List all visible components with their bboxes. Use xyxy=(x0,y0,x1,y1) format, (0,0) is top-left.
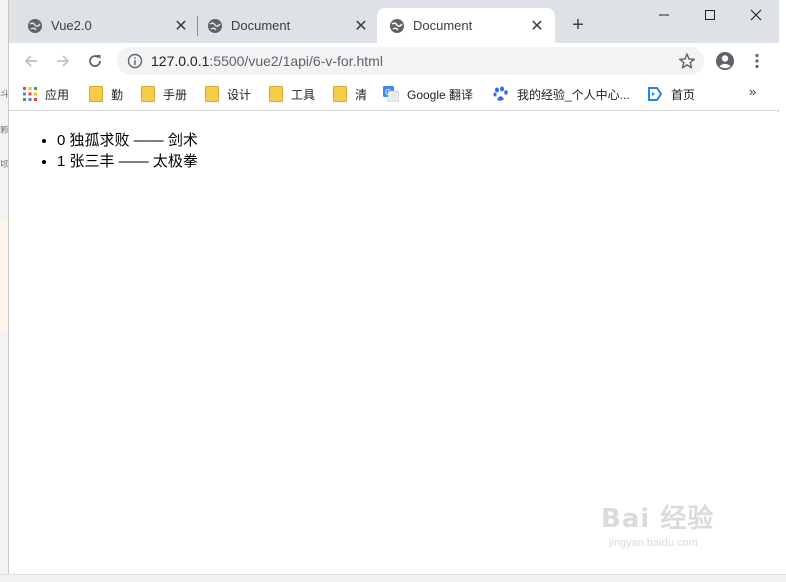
apps-grid-icon xyxy=(23,87,37,101)
google-translate-icon: G xyxy=(383,86,399,102)
url-host: 127.0.0.1 xyxy=(151,53,210,69)
bookmark-label: 设计 xyxy=(227,87,252,102)
tab-close-icon[interactable]: ✕ xyxy=(173,18,189,35)
maximize-button[interactable] xyxy=(687,0,733,30)
url-text[interactable]: 127.0.0.1:5500/vue2/1api/6-v-for.html xyxy=(151,53,678,69)
bookmark-folder-manual[interactable]: 手册 xyxy=(141,84,187,104)
bookmark-folder-tools[interactable]: 工具 xyxy=(269,84,315,104)
close-window-button[interactable] xyxy=(733,0,779,30)
bookmark-label: 勤 xyxy=(111,87,124,102)
folder-icon xyxy=(269,86,283,102)
background-page-strip: 斗 颗 顷 xyxy=(0,0,8,582)
folder-icon xyxy=(333,86,347,102)
tab-strip: Vue2.0 ✕ Document ✕ Document ✕ + xyxy=(9,0,779,43)
globe-icon xyxy=(208,18,222,33)
menu-button[interactable] xyxy=(743,47,771,75)
globe-icon xyxy=(28,18,42,33)
more-vertical-icon xyxy=(755,53,759,69)
browser-toolbar: 127.0.0.1:5500/vue2/1api/6-v-for.html xyxy=(9,43,779,79)
bookmarks-bar: 应用 勤 手册 设计 工具 清 G Google 翻译 我的经验_个人中心... xyxy=(9,79,779,111)
forward-button[interactable] xyxy=(49,47,77,75)
reload-button[interactable] xyxy=(81,47,109,75)
bookmark-label: 我的经验_个人中心... xyxy=(517,87,630,102)
bookmark-folder-qing[interactable]: 清 xyxy=(333,84,367,104)
list-item: 0 独孤求败 —— 剑术 xyxy=(57,130,198,151)
bookmark-apps[interactable]: 应用 xyxy=(23,84,69,104)
new-tab-button[interactable]: + xyxy=(567,14,589,36)
maximize-icon xyxy=(705,10,715,20)
background-glyph: 顷 xyxy=(0,160,8,170)
background-highlight xyxy=(0,218,8,330)
back-button[interactable] xyxy=(17,47,45,75)
background-glyph: 斗 xyxy=(0,90,8,100)
tab-close-icon[interactable]: ✕ xyxy=(529,18,545,35)
bookmark-label: Google 翻译 xyxy=(407,87,474,102)
bookmark-folder-qin[interactable]: 勤 xyxy=(89,84,123,104)
profile-button[interactable] xyxy=(711,47,739,75)
close-icon xyxy=(750,9,762,21)
screen-bottom-edge xyxy=(0,574,786,582)
baidu-jingyan-watermark: Bai 经验 jingyan.baidu.com xyxy=(601,498,751,568)
bookmarks-overflow-button[interactable]: » xyxy=(749,84,756,99)
tab-title: Vue2.0 xyxy=(51,18,92,33)
baidu-paw-icon xyxy=(493,86,508,101)
minimize-icon xyxy=(659,14,669,16)
bookmark-folder-design[interactable]: 设计 xyxy=(205,84,251,104)
bilibili-icon xyxy=(648,87,663,101)
folder-icon xyxy=(205,86,219,102)
bookmark-homepage[interactable]: 首页 xyxy=(647,84,695,104)
arrow-right-icon xyxy=(57,55,70,67)
minimize-button[interactable] xyxy=(641,0,687,30)
tab-title: Document xyxy=(231,18,291,33)
bookmark-label: 首页 xyxy=(671,87,696,102)
tab-title: Document xyxy=(413,18,473,33)
account-icon xyxy=(716,52,734,70)
bookmark-baidu-jingyan[interactable]: 我的经验_个人中心... xyxy=(493,84,630,104)
star-icon[interactable] xyxy=(678,52,696,70)
reload-icon xyxy=(89,55,101,67)
watermark-brand: Bai 经验 xyxy=(601,504,715,534)
svg-text:G: G xyxy=(385,88,391,97)
tab-vue2[interactable]: Vue2.0 ✕ xyxy=(15,8,199,43)
bookmark-label: 工具 xyxy=(291,87,316,102)
tab-close-icon[interactable]: ✕ xyxy=(353,18,369,35)
info-icon[interactable] xyxy=(127,53,143,69)
folder-icon xyxy=(141,86,155,102)
url-path: :5500/vue2/1api/6-v-for.html xyxy=(209,53,383,69)
bookmark-label: 应用 xyxy=(45,87,70,102)
folder-icon xyxy=(89,86,103,102)
person-list: 0 独孤求败 —— 剑术 1 张三丰 —— 太极拳 xyxy=(57,130,198,172)
address-bar[interactable]: 127.0.0.1:5500/vue2/1api/6-v-for.html xyxy=(117,47,704,75)
arrow-left-icon xyxy=(24,55,37,67)
list-item: 1 张三丰 —— 太极拳 xyxy=(57,151,198,172)
globe-icon xyxy=(390,18,404,33)
background-glyph: 颗 xyxy=(0,126,8,136)
bookmark-label: 手册 xyxy=(163,87,188,102)
browser-window: Vue2.0 ✕ Document ✕ Document ✕ + 127.0.0… xyxy=(8,0,779,582)
tab-document-active[interactable]: Document ✕ xyxy=(377,8,555,43)
watermark-url: jingyan.baidu.com xyxy=(609,537,698,549)
bookmark-google-translate[interactable]: G Google 翻译 xyxy=(383,84,473,104)
tab-document-1[interactable]: Document ✕ xyxy=(195,8,379,43)
bookmark-label: 清 xyxy=(355,87,368,102)
